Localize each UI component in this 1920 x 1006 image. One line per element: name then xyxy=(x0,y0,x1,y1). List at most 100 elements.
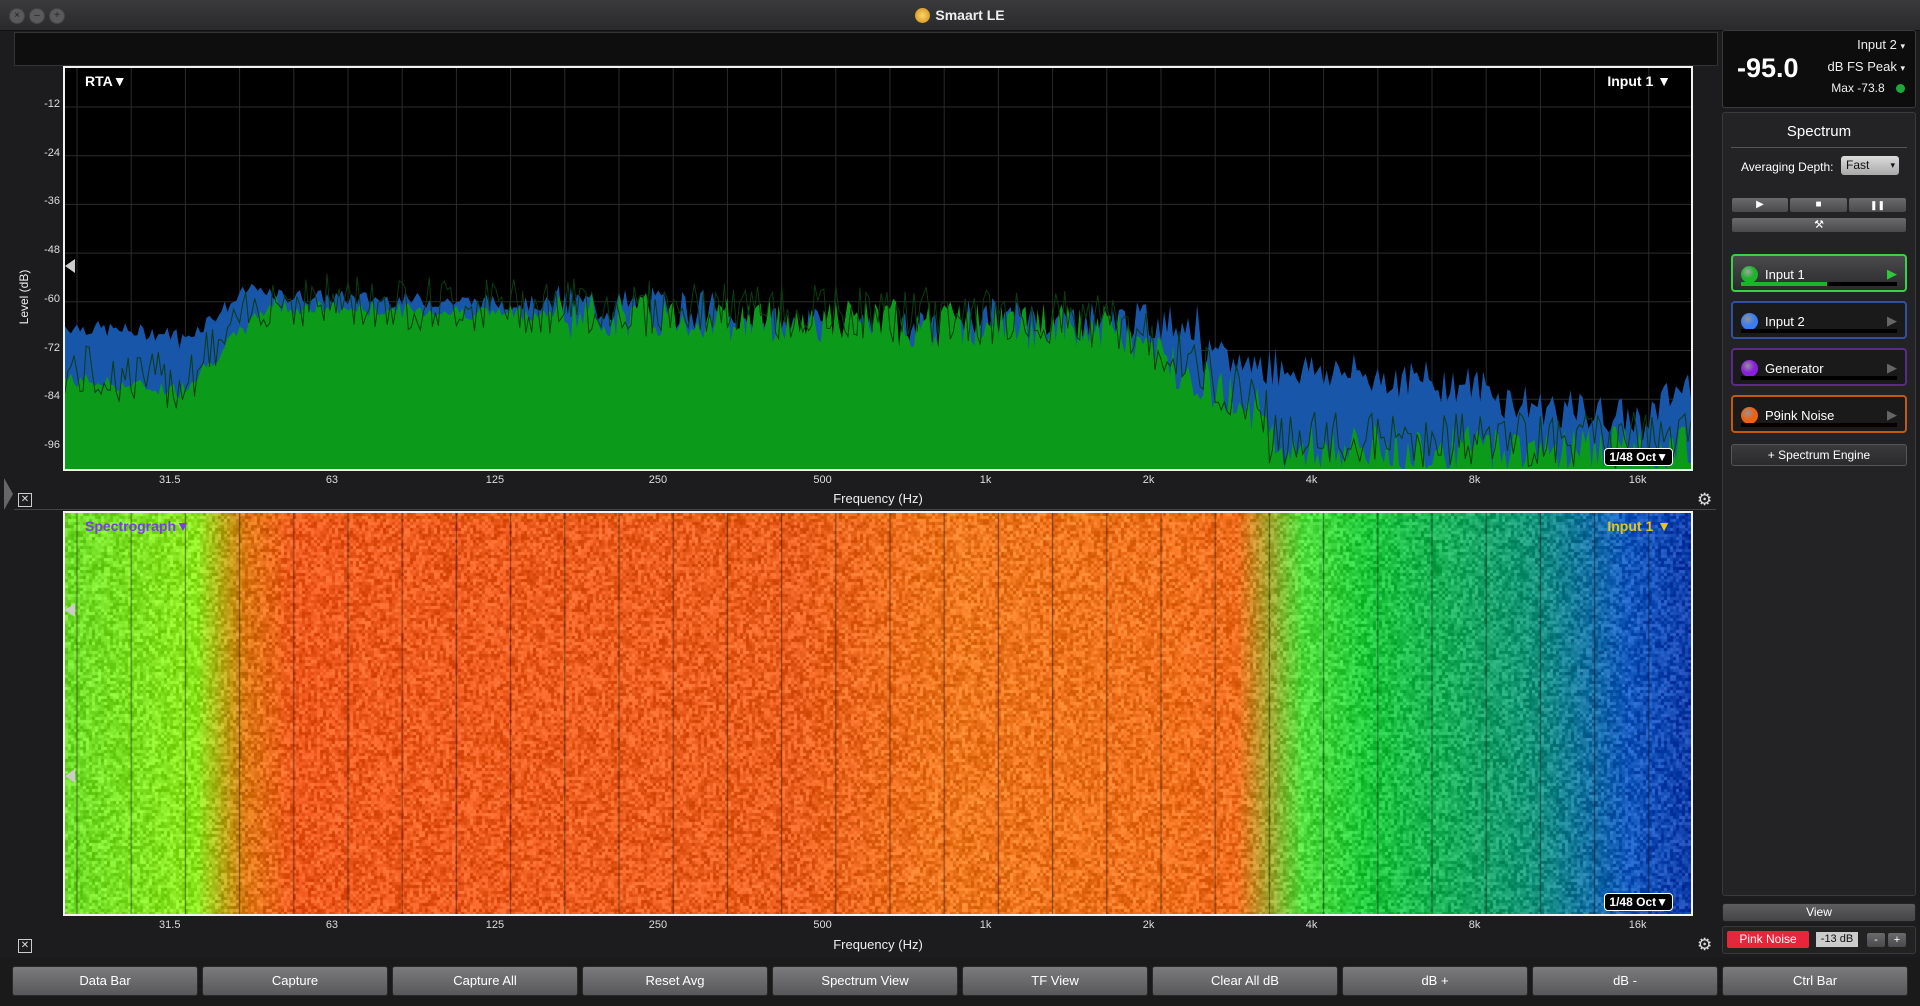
spectrograph-mode-selector[interactable]: Spectrograph▼ xyxy=(85,518,190,534)
rta-level-handle[interactable] xyxy=(65,259,75,273)
rta-x-tick: 1k xyxy=(979,474,992,486)
spectrograph-close-icon[interactable]: ✕ xyxy=(18,939,32,953)
generator-level-decrease-button[interactable]: - xyxy=(1866,932,1886,948)
spectrograph-heatmap xyxy=(65,513,1691,914)
pink-noise-label: Pink Noise xyxy=(1739,932,1797,946)
rta-y-tick: -84 xyxy=(44,390,60,403)
spectrum-control-panel: Spectrum Averaging Depth: Fast ▾ ▶ ■ ❚❚ … xyxy=(1722,112,1916,896)
meter-max-readout: Max -73.8 xyxy=(1831,81,1905,95)
rta-x-tick: 500 xyxy=(813,474,832,486)
pink-noise-button[interactable]: Pink Noise xyxy=(1727,931,1809,948)
tools-button[interactable]: ⚒ xyxy=(1731,217,1907,233)
spectrograph-input-selector[interactable]: Input 1 ▼ xyxy=(1607,518,1671,534)
chevron-down-icon: ▾ xyxy=(1900,63,1905,73)
bottom-button-ctrl-bar[interactable]: Ctrl Bar xyxy=(1722,966,1908,996)
source-color-dot-icon xyxy=(1741,313,1758,330)
rta-input-selector[interactable]: Input 1 ▼ xyxy=(1607,73,1671,89)
window-title: Smaart LE xyxy=(0,7,1920,23)
rta-x-tick: 2k xyxy=(1142,474,1155,486)
pane-divider[interactable] xyxy=(14,509,1716,510)
meter-units-select[interactable]: dB FS Peak ▾ xyxy=(1827,59,1905,74)
spectrograph-x-axis-title: Frequency (Hz) xyxy=(833,937,923,952)
collapse-arrow-icon[interactable] xyxy=(4,478,13,510)
rta-x-tick: 16k xyxy=(1628,474,1647,486)
source-play-arrow-icon[interactable]: ▶ xyxy=(1887,313,1897,329)
rta-settings-gear-icon[interactable]: ⚙ xyxy=(1697,490,1712,510)
bottom-button-capture[interactable]: Capture xyxy=(202,966,388,996)
generator-level[interactable]: -13 dB xyxy=(1816,932,1858,947)
transport-controls: ▶ ■ ❚❚ xyxy=(1731,197,1907,213)
chevron-down-icon: ▾ xyxy=(1900,41,1905,51)
spectrograph-plot[interactable]: Spectrograph▼ Input 1 ▼ 1/48 Oct▼ xyxy=(63,511,1693,916)
smaart-logo-icon xyxy=(915,8,931,23)
view-button[interactable]: View xyxy=(1722,903,1916,922)
spectrograph-resolution-selector[interactable]: 1/48 Oct▼ xyxy=(1604,893,1673,911)
source-play-arrow-icon[interactable]: ▶ xyxy=(1887,360,1897,376)
bottom-button-capture-all[interactable]: Capture All xyxy=(392,966,578,996)
bottom-command-bar: Data Bar Capture Capture All Reset Avg Spect… xyxy=(0,958,1920,1006)
rta-y-tick: -96 xyxy=(44,438,60,451)
spectrograph-x-ticks: 31.5 63 125 250 500 1k 2k 4k 8k 16k xyxy=(63,919,1693,935)
bottom-button-reset-avg[interactable]: Reset Avg xyxy=(582,966,768,996)
bottom-button-data-bar[interactable]: Data Bar xyxy=(12,966,198,996)
averaging-depth-label: Averaging Depth: xyxy=(1741,160,1834,174)
spectrograph-x-tick: 8k xyxy=(1468,919,1481,931)
meter-value: -95.0 xyxy=(1737,53,1799,83)
spectrograph-settings-gear-icon[interactable]: ⚙ xyxy=(1697,935,1712,955)
rta-y-tick: -72 xyxy=(44,341,60,354)
pause-button[interactable]: ❚❚ xyxy=(1848,197,1907,213)
bottom-button-clear-all-db[interactable]: Clear All dB xyxy=(1152,966,1338,996)
bottom-button-spectrum-view[interactable]: Spectrum View xyxy=(772,966,958,996)
add-spectrum-engine-label: + Spectrum Engine xyxy=(1767,448,1871,462)
bottom-button-tf-view[interactable]: TF View xyxy=(962,966,1148,996)
spectrograph-x-tick: 250 xyxy=(648,919,668,931)
rta-mode-selector[interactable]: RTA▼ xyxy=(85,73,127,89)
spectrograph-x-tick: 63 xyxy=(325,919,339,931)
source-item[interactable]: Input 2 ▶ xyxy=(1731,301,1907,339)
title-divider xyxy=(1731,147,1907,148)
spectrograph-x-tick: 31.5 xyxy=(159,919,181,931)
spectrograph-lower-handle[interactable] xyxy=(65,769,75,783)
bottom-button-db[interactable]: dB + xyxy=(1342,966,1528,996)
rta-y-tick: -24 xyxy=(44,146,60,159)
source-level-fill xyxy=(1741,282,1827,286)
generator-level-increase-button[interactable]: + xyxy=(1887,932,1907,948)
rta-x-tick: 4k xyxy=(1305,474,1318,486)
rta-plot[interactable]: RTA▼ Input 1 ▼ 1/48 Oct▼ xyxy=(63,66,1693,471)
pause-icon: ❚❚ xyxy=(1869,200,1886,210)
spectrograph-x-tick: 125 xyxy=(485,919,505,931)
meter-units-value: dB FS Peak xyxy=(1827,59,1897,74)
bottom-button-db[interactable]: dB - xyxy=(1532,966,1718,996)
rta-x-tick: 8k xyxy=(1468,474,1481,486)
rta-y-tick: -60 xyxy=(44,292,60,305)
meter-input-select[interactable]: Input 2 ▾ xyxy=(1857,37,1905,52)
source-item[interactable]: P9ink Noise ▶ xyxy=(1731,395,1907,433)
source-level-bar xyxy=(1741,423,1897,427)
rta-close-icon[interactable]: ✕ xyxy=(18,493,32,507)
source-item[interactable]: Input 1 ▶ xyxy=(1731,254,1907,292)
spectrograph-x-tick: 500 xyxy=(813,919,832,931)
spectrograph-upper-handle[interactable] xyxy=(65,603,75,617)
rta-y-tick: -48 xyxy=(44,244,60,257)
source-list: Input 1 ▶ Input 2 ▶ Generator ▶ P9ink Noise ▶ xyxy=(1731,254,1907,434)
source-level-bar xyxy=(1741,329,1897,333)
rta-x-axis-title: Frequency (Hz) xyxy=(833,491,923,506)
rta-x-tick: 250 xyxy=(648,474,668,486)
rta-x-tick: 125 xyxy=(485,474,505,486)
source-play-arrow-icon[interactable]: ▶ xyxy=(1887,407,1897,423)
rta-x-tick: 31.5 xyxy=(159,474,181,486)
rta-x-ticks: 31.5 63 125 250 500 1k 2k 4k 8k 16k xyxy=(63,474,1693,490)
status-led-icon xyxy=(1896,84,1905,93)
view-button-label: View xyxy=(1806,905,1832,919)
rta-resolution-selector[interactable]: 1/48 Oct▼ xyxy=(1604,448,1673,466)
spectrograph-x-tick: 1k xyxy=(979,919,992,931)
averaging-depth-select[interactable]: Fast ▾ xyxy=(1841,156,1899,175)
source-play-arrow-icon[interactable]: ▶ xyxy=(1887,266,1897,282)
play-button[interactable]: ▶ xyxy=(1731,197,1789,213)
rta-y-tick: -36 xyxy=(44,195,60,208)
add-spectrum-engine-button[interactable]: + Spectrum Engine xyxy=(1731,444,1907,466)
source-item[interactable]: Generator ▶ xyxy=(1731,348,1907,386)
stop-button[interactable]: ■ xyxy=(1789,197,1848,213)
source-level-bar xyxy=(1741,376,1897,380)
tools-icon: ⚒ xyxy=(1814,219,1824,231)
